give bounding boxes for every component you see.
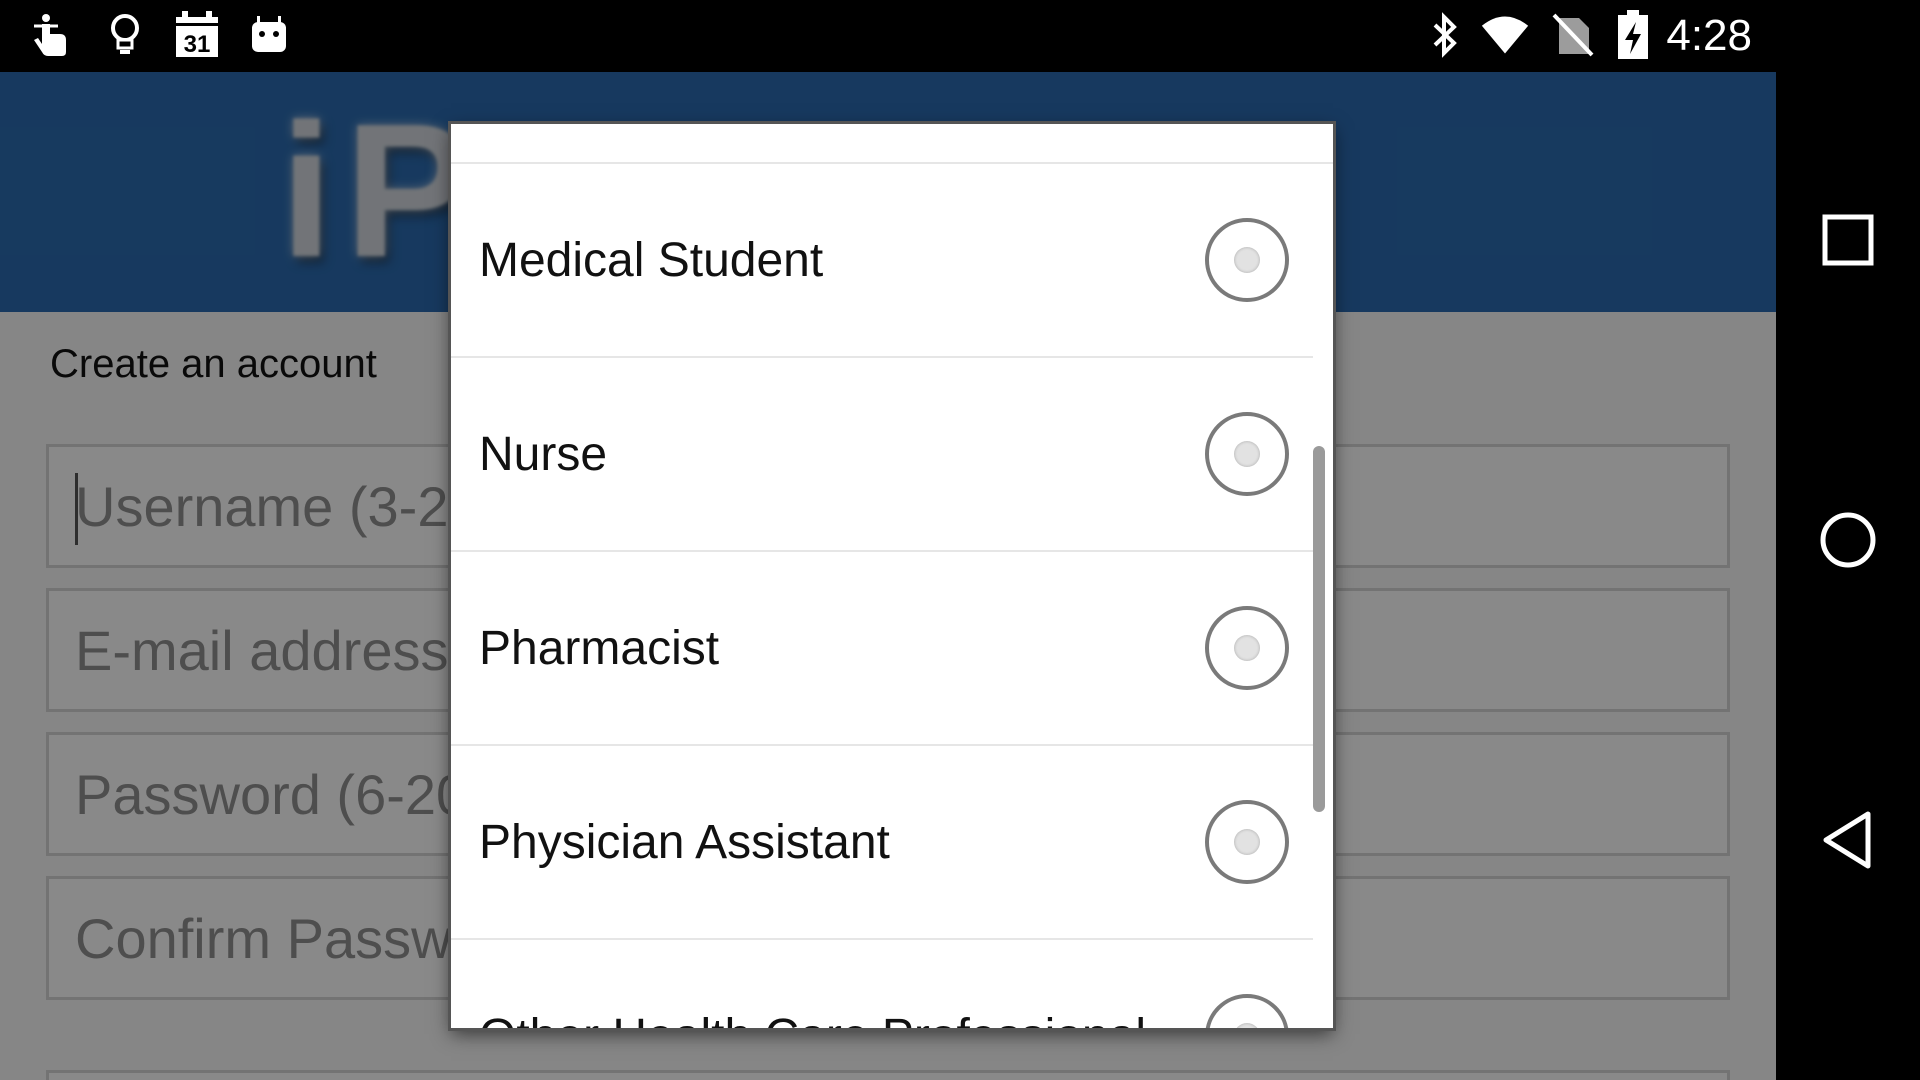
wifi-icon: [1480, 10, 1530, 60]
svg-text:31: 31: [184, 31, 211, 58]
home-icon: [1820, 512, 1876, 568]
bluetooth-icon: [1420, 10, 1470, 60]
android-icon: [244, 10, 294, 60]
radio-dot: [1234, 635, 1260, 661]
option-label: Pharmacist: [479, 622, 720, 675]
option-label: Nurse: [479, 428, 608, 481]
battery-charging-icon: [1608, 10, 1658, 60]
lightbulb-icon: [100, 10, 150, 60]
option-pharmacist[interactable]: Pharmacist: [451, 552, 1313, 746]
option-label: Other Health Care Professional: [479, 940, 1146, 1028]
radio-dot: [1234, 1023, 1260, 1028]
recents-icon: [1822, 214, 1874, 266]
navigation-bar: [1776, 0, 1920, 1080]
no-sim-icon: [1548, 10, 1598, 60]
dialog-scrollbar[interactable]: [1313, 446, 1325, 812]
option-label: Physician Assistant: [479, 816, 890, 869]
option-medical-student[interactable]: Medical Student: [451, 164, 1313, 358]
calendar-icon: 31: [172, 10, 222, 60]
recents-button[interactable]: [1798, 190, 1898, 290]
radio-button[interactable]: [1205, 800, 1289, 884]
back-icon: [1823, 811, 1871, 869]
radio-dot: [1234, 247, 1260, 273]
home-button[interactable]: [1798, 490, 1898, 590]
option-other-health-care-professional[interactable]: Other Health Care Professional: [451, 940, 1313, 1028]
option-label: Medical Student: [479, 234, 824, 287]
option-nurse[interactable]: Nurse: [451, 358, 1313, 552]
option-physician-assistant[interactable]: Physician Assistant: [451, 746, 1313, 940]
back-button[interactable]: [1798, 790, 1898, 890]
radio-button[interactable]: [1205, 412, 1289, 496]
touch-icon: [26, 10, 76, 60]
profession-picker-dialog: Medical Student Nurse Pharmacist Physici…: [451, 124, 1333, 1028]
radio-button[interactable]: [1205, 606, 1289, 690]
radio-button[interactable]: [1205, 994, 1289, 1028]
radio-button[interactable]: [1205, 218, 1289, 302]
clock: 4:28: [1666, 11, 1752, 60]
status-bar: 31 4:28: [0, 0, 1776, 72]
radio-dot: [1234, 829, 1260, 855]
radio-dot: [1234, 441, 1260, 467]
